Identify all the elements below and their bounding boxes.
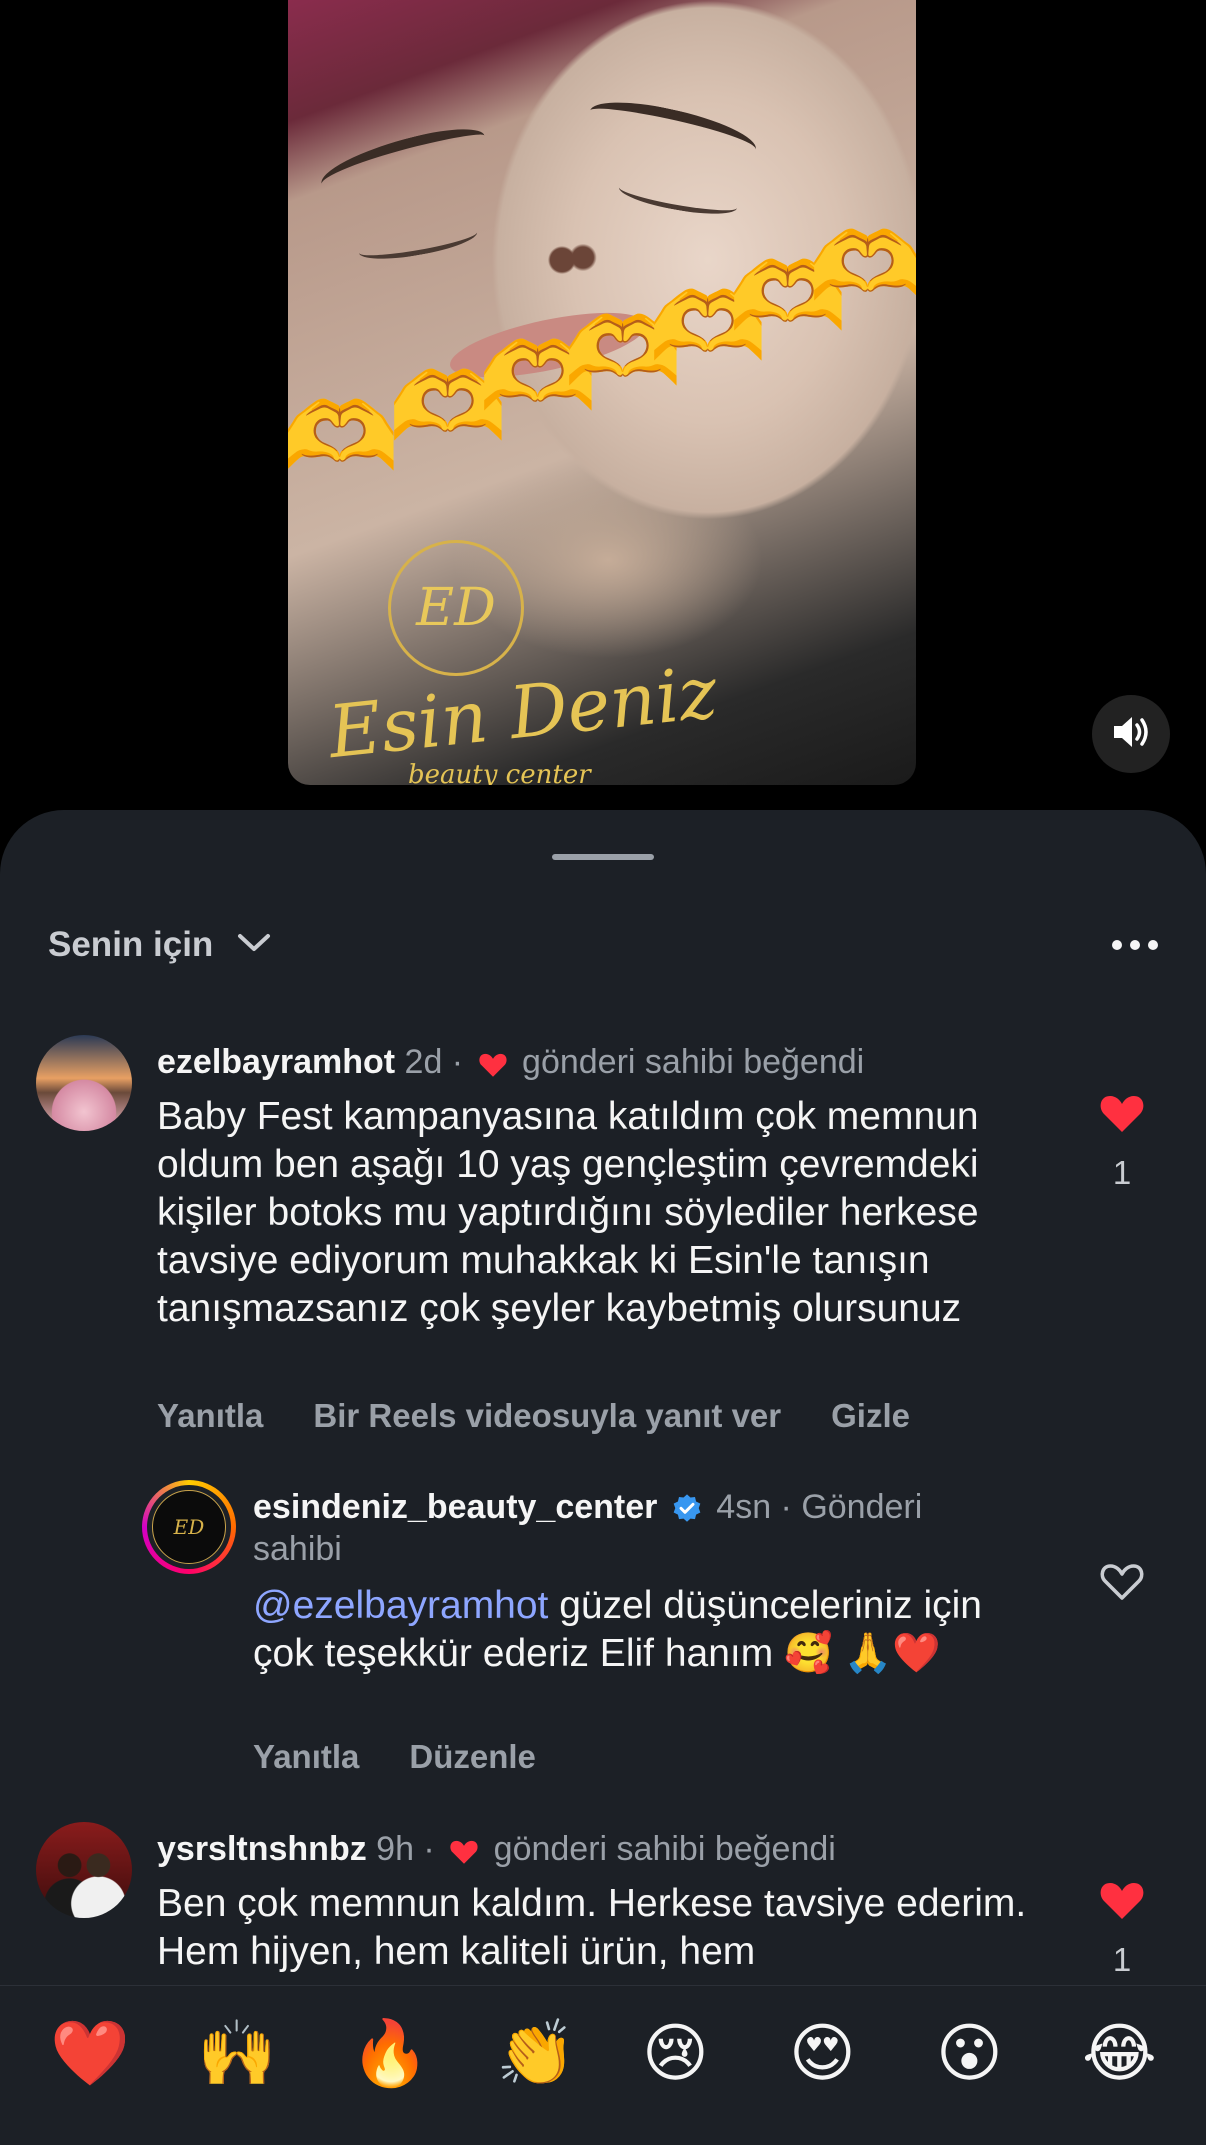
comment-username[interactable]: ezelbayramhot (157, 1043, 395, 1081)
hand-heart-emoji: 🫶 (808, 214, 916, 321)
verified-icon (667, 1488, 707, 1526)
edit-button[interactable]: Düzenle (409, 1738, 536, 1776)
watermark-subtitle: beauty center (408, 760, 591, 785)
emoji-crying-button[interactable]: 😢 (642, 2022, 709, 2086)
sound-toggle-button[interactable] (1092, 695, 1170, 773)
comment-username[interactable]: ysrsltnshnbz (157, 1830, 367, 1868)
comment-header: esindeniz_beauty_center 4sn · Gönderi (253, 1488, 922, 1527)
comment-header-cont: sahibi (253, 1530, 342, 1569)
reply-button[interactable]: Yanıtla (253, 1738, 359, 1776)
heart-outline-icon[interactable] (1098, 1564, 1146, 1609)
sheet-drag-handle[interactable] (552, 854, 654, 860)
chevron-down-icon[interactable] (237, 932, 271, 959)
hand-heart-emoji: 🫶 (288, 384, 400, 491)
comment-text: @ezelbayramhot güzel düşünceleriniz için… (253, 1582, 1033, 1678)
liked-by-owner-label: gönderi sahibi beğendi (522, 1043, 865, 1081)
comment-time: 9h · (376, 1830, 435, 1868)
mention-link[interactable]: @ezelbayramhot (253, 1584, 548, 1627)
avatar[interactable] (36, 1822, 132, 1918)
emoji-reaction-bar: ❤️ 🙌 🔥 👏 😢 😍 😮 😂 (0, 1985, 1206, 2145)
comment-like[interactable]: 1 (1092, 1877, 1152, 1979)
comment-time: 2d · (404, 1043, 464, 1081)
comment-text: Ben çok memnun kaldım. Herkese tavsiye e… (157, 1882, 1027, 1973)
comments-sheet: Senin için ezelbayramhot 2d · gönderi sa… (0, 810, 1206, 2144)
comment-actions: Yanıtla Bir Reels videosuyla yanıt ver G… (157, 1397, 910, 1435)
emoji-heart-eyes-button[interactable]: 😍 (789, 2022, 856, 2086)
watermark-name: Esin Deniz (324, 649, 721, 775)
comment-like[interactable]: 1 (1092, 1090, 1152, 1192)
heart-icon (444, 1830, 484, 1868)
comment-like[interactable] (1092, 1558, 1152, 1610)
emoji-clap-button[interactable]: 👏 (496, 2022, 576, 2086)
emoji-surprised-button[interactable]: 😮 (936, 2022, 1003, 2086)
video-content (616, 174, 740, 221)
heart-icon (473, 1043, 513, 1081)
liked-by-owner-label: gönderi sahibi beğendi (493, 1830, 836, 1868)
reel-video[interactable]: 🫶 🫶 🫶 🫶 🫶 🫶 🫶 ED Esin Deniz beauty cente… (288, 0, 916, 785)
emoji-laughing-button[interactable]: 😂 (1082, 2022, 1157, 2086)
emoji-raised-hands-button[interactable]: 🙌 (197, 2022, 277, 2086)
comment-username[interactable]: esindeniz_beauty_center (253, 1488, 657, 1526)
hide-button[interactable]: Gizle (831, 1397, 910, 1435)
speaker-icon (1111, 714, 1151, 755)
heart-filled-icon[interactable] (1098, 1883, 1146, 1928)
heart-filled-icon[interactable] (1098, 1096, 1146, 1141)
emoji-heart-button[interactable]: ❤️ (50, 2022, 130, 2086)
emoji-fire-button[interactable]: 🔥 (350, 2022, 430, 2086)
video-content (315, 120, 491, 200)
avatar[interactable]: ED (142, 1480, 236, 1574)
avatar[interactable] (36, 1035, 132, 1131)
like-count: 1 (1112, 1941, 1132, 1978)
comment-header: ezelbayramhot 2d · gönderi sahibi beğend… (157, 1043, 864, 1082)
comment-header: ysrsltnshnbz 9h · gönderi sahibi beğendi (157, 1830, 836, 1869)
comment-filter-label[interactable]: Senin için (48, 925, 213, 965)
video-content (585, 92, 761, 168)
like-count: 1 (1112, 1154, 1132, 1191)
comments-header: Senin için (48, 920, 1158, 970)
overlay-hand-hearts: 🫶 🫶 🫶 🫶 🫶 🫶 🫶 (288, 214, 916, 486)
comment-time: 4sn · Gönderi (716, 1488, 923, 1526)
reply-button[interactable]: Yanıtla (157, 1397, 263, 1435)
watermark-logo: ED (388, 540, 524, 676)
comment-text: Baby Fest kampanyasına katıldım çok memn… (157, 1095, 979, 1330)
more-icon[interactable] (1112, 930, 1158, 960)
owner-label: sahibi (253, 1530, 342, 1568)
reel-video-area[interactable]: 🫶 🫶 🫶 🫶 🫶 🫶 🫶 ED Esin Deniz beauty cente… (0, 0, 1206, 820)
comment-actions: Yanıtla Düzenle (253, 1738, 536, 1776)
reply-with-reel-button[interactable]: Bir Reels videosuyla yanıt ver (313, 1397, 781, 1435)
